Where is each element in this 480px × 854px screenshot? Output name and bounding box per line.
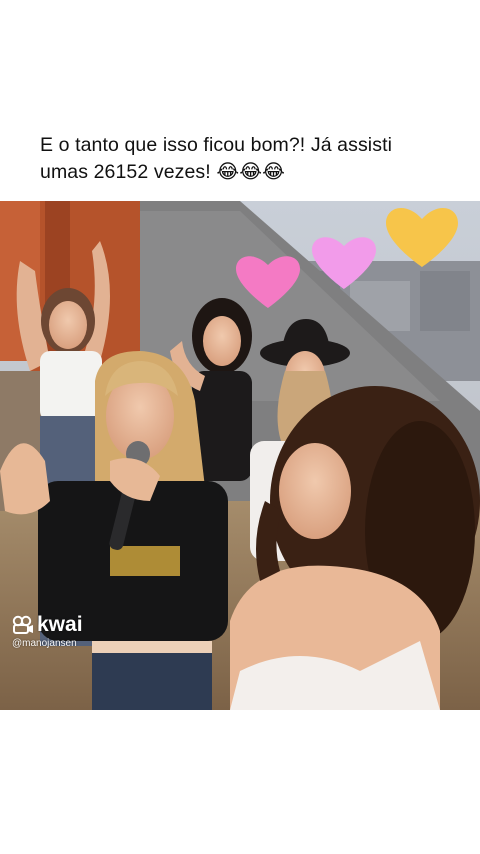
creator-handle: @manojansen <box>12 638 77 649</box>
video-player[interactable]: kwai @manojansen <box>0 201 480 710</box>
kwai-logo: kwai <box>12 614 83 636</box>
caption-line-2: umas 26152 vezes! 😂😂😂 <box>40 161 285 183</box>
post-caption: E o tanto que isso ficou bom?! Já assist… <box>40 132 450 186</box>
kwai-camera-icon <box>12 615 33 634</box>
kwai-watermark: kwai @manojansen <box>12 614 83 650</box>
kwai-brand-text: kwai <box>37 613 83 636</box>
caption-line-1: E o tanto que isso ficou bom?! Já assist… <box>40 134 393 156</box>
